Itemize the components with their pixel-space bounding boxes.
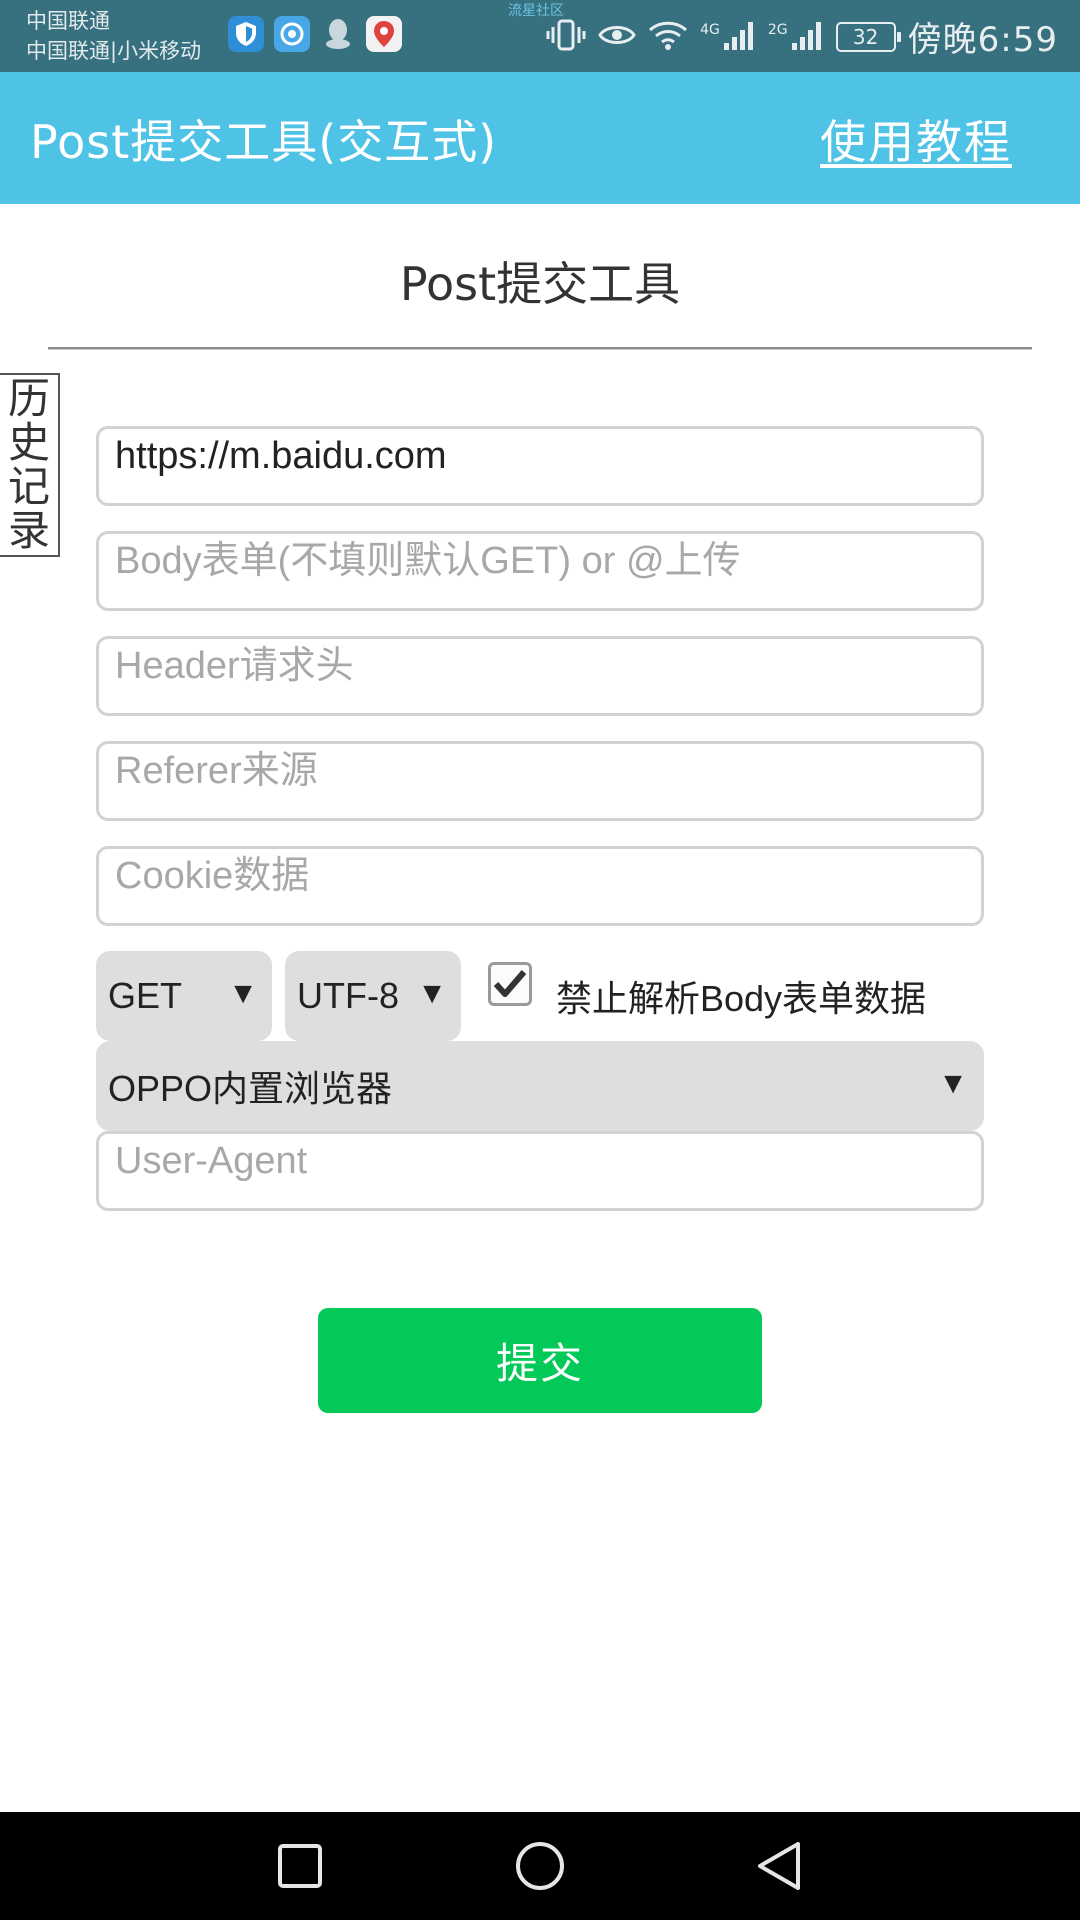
recents-square-icon[interactable] [272, 1838, 328, 1894]
history-tab-char: 史 [7, 418, 50, 467]
navigation-bar [0, 1812, 1080, 1920]
dropdown-arrow-icon: ▼ [228, 977, 258, 1010]
disable-parse-label[interactable]: 禁止解析Body表单数据 [556, 970, 926, 1022]
notification-icons [228, 16, 402, 52]
eye-icon [598, 20, 636, 54]
shield-app-icon [228, 16, 264, 52]
app-title: Post提交工具(交互式) [30, 115, 498, 169]
title-divider [48, 347, 1032, 350]
carrier-line-2: 中国联通|小米移动 [26, 39, 202, 63]
back-triangle-icon[interactable] [752, 1838, 808, 1894]
signal-icon [722, 19, 756, 55]
app-screen: 中国联通 中国联通|小米移动 流星社区 4G 2G 32 傍晚6:59 Post… [0, 0, 1080, 1920]
user-agent-input[interactable] [96, 1131, 984, 1211]
history-tab-char: 记 [7, 462, 50, 511]
status-clock: 傍晚6:59 [907, 20, 1058, 60]
history-tab-button[interactable]: 历 史 记 录 [0, 373, 60, 557]
encoding-select[interactable]: UTF-8 ▼ [285, 951, 461, 1041]
system-status-icons: 4G 2G 32 傍晚6:59 [546, 12, 1058, 61]
url-input[interactable]: https://m.baidu.com [96, 426, 984, 506]
method-select[interactable]: GET ▼ [96, 951, 272, 1041]
network-type-1: 4G [700, 21, 720, 38]
status-bar: 中国联通 中国联通|小米移动 流星社区 4G 2G 32 傍晚6:59 [0, 0, 1080, 72]
checkmark-icon [493, 970, 527, 997]
history-tab-char: 历 [7, 374, 50, 423]
page-title: Post提交工具 [399, 257, 681, 311]
encoding-selected-value: UTF-8 [297, 975, 399, 1016]
network-type-2: 2G [767, 21, 788, 38]
history-tab-char: 录 [7, 506, 50, 555]
dropdown-arrow-icon: ▼ [938, 1067, 968, 1100]
app-bar: Post提交工具(交互式) 使用教程 [0, 72, 1080, 204]
signal-icon [790, 19, 824, 55]
qq-icon [320, 16, 356, 52]
home-circle-icon[interactable] [512, 1838, 568, 1894]
header-input[interactable] [96, 636, 984, 716]
browser-app-icon [274, 16, 310, 52]
disable-parse-checkbox[interactable] [488, 962, 532, 1006]
carrier-line-1: 中国联通 [26, 9, 110, 33]
ua-preset-select[interactable]: OPPO内置浏览器 ▼ [96, 1041, 984, 1131]
baidu-map-icon [366, 16, 402, 52]
battery-icon: 32 [835, 21, 901, 52]
method-selected-value: GET [108, 975, 183, 1016]
cookie-input[interactable] [96, 846, 984, 926]
help-tutorial-link[interactable]: 使用教程 [820, 106, 1012, 172]
carrier-info: 中国联通 中国联通|小米移动 [26, 6, 201, 66]
referer-input[interactable] [96, 741, 984, 821]
dropdown-arrow-icon: ▼ [417, 977, 447, 1010]
body-form-input[interactable] [96, 531, 984, 611]
submit-button[interactable]: 提交 [318, 1308, 762, 1413]
ua-preset-selected-value: OPPO内置浏览器 [108, 1068, 393, 1109]
wifi-icon [648, 19, 688, 55]
vibrate-icon [546, 18, 586, 56]
